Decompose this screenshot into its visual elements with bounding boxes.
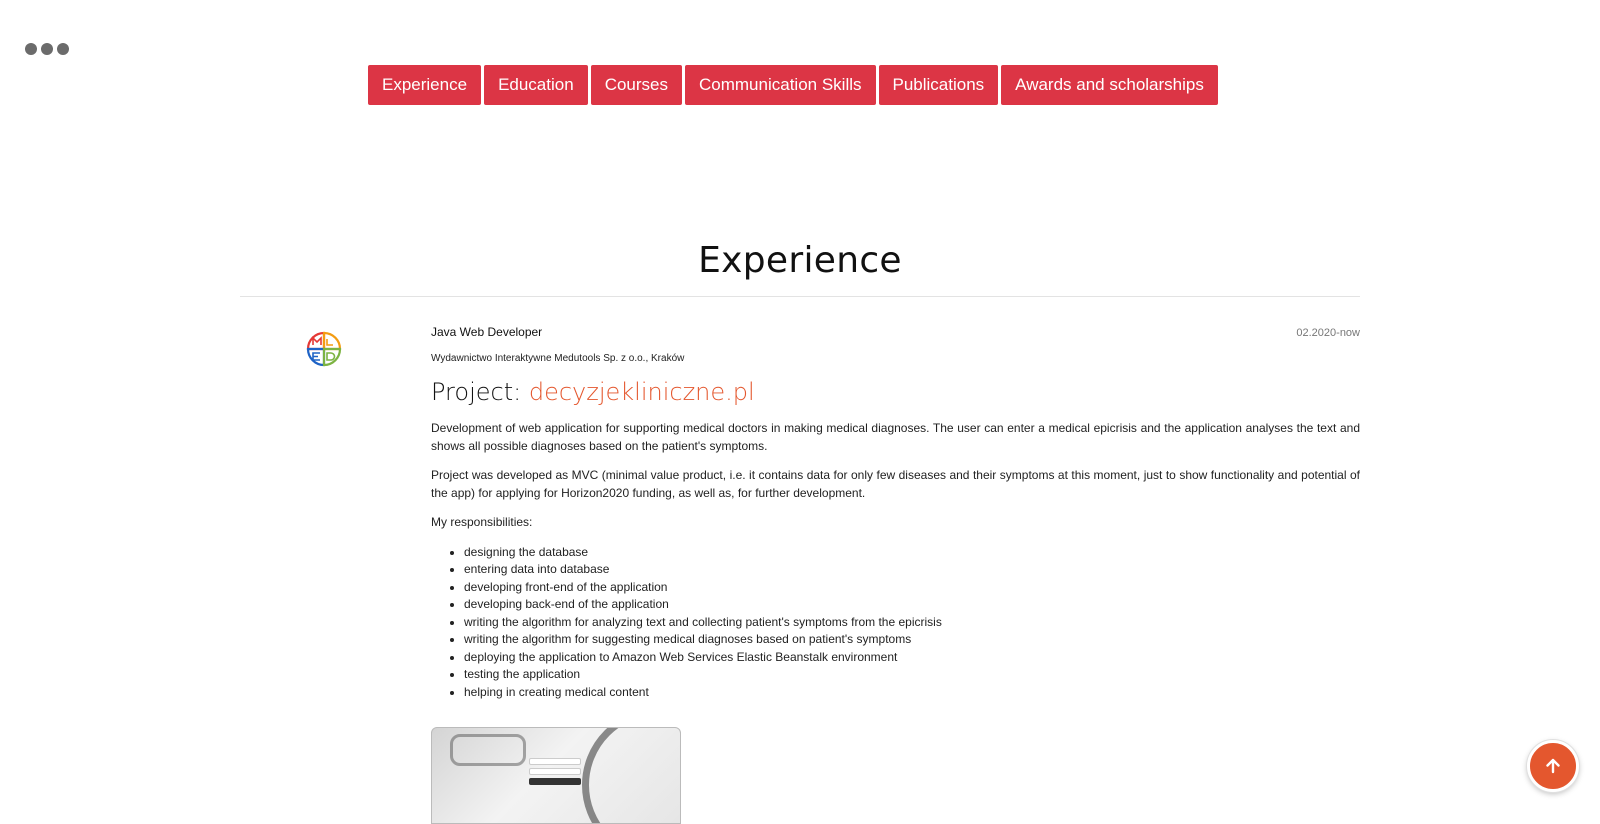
description-paragraph: Development of web application for suppo… [431, 421, 1360, 453]
job-title: Java Web Developer [431, 325, 543, 339]
project-prefix: Project: [431, 378, 529, 406]
section-divider [240, 296, 1360, 297]
nav-awards-button[interactable]: Awards and scholarships [1001, 65, 1218, 105]
scroll-to-top-button[interactable] [1527, 740, 1579, 792]
medutools-logo [306, 331, 342, 367]
page-frame: Experience Education Courses Communicati… [0, 0, 1600, 824]
more-dots-icon[interactable] [25, 43, 69, 55]
list-item: designing the database [464, 544, 1360, 562]
list-item: helping in creating medical content [464, 684, 1360, 702]
description-paragraph: Project was developed as MVC (minimal va… [431, 468, 1360, 500]
project-screenshot[interactable] [431, 727, 681, 824]
company-name: Wydawnictwo Interaktywne Medutools Sp. z… [431, 353, 685, 364]
nav-experience-button[interactable]: Experience [368, 65, 482, 105]
job-header: Java Web Developer 02.2020-now [431, 325, 1360, 339]
arrow-up-icon [1546, 758, 1560, 774]
stethoscope-graphic [582, 728, 680, 823]
glasses-graphic [450, 734, 526, 766]
responsibilities-list: designing the database entering data int… [431, 544, 1360, 702]
responsibilities-heading: My responsibilities: [431, 515, 533, 529]
job-date: 02.2020-now [1296, 327, 1360, 339]
section-title: Experience [698, 240, 902, 281]
nav-communication-skills-button[interactable]: Communication Skills [685, 65, 876, 105]
list-item: writing the algorithm for analyzing text… [464, 614, 1360, 632]
login-form-graphic [529, 758, 581, 788]
project-link[interactable]: decyzjekliniczne.pl [529, 378, 755, 406]
list-item: testing the application [464, 666, 1360, 684]
nav-courses-button[interactable]: Courses [590, 65, 682, 105]
nav-publications-button[interactable]: Publications [878, 65, 999, 105]
list-item: entering data into database [464, 561, 1360, 579]
list-item: deploying the application to Amazon Web … [464, 649, 1360, 667]
experience-entry: Java Web Developer 02.2020-now Wydawnict… [431, 325, 1360, 713]
list-item: developing front-end of the application [464, 579, 1360, 597]
section-nav: Experience Education Courses Communicati… [368, 65, 1218, 105]
project-heading: Project: decyzjekliniczne.pl [431, 378, 1360, 406]
list-item: developing back-end of the application [464, 596, 1360, 614]
nav-education-button[interactable]: Education [484, 65, 588, 105]
list-item: writing the algorithm for suggesting med… [464, 631, 1360, 649]
